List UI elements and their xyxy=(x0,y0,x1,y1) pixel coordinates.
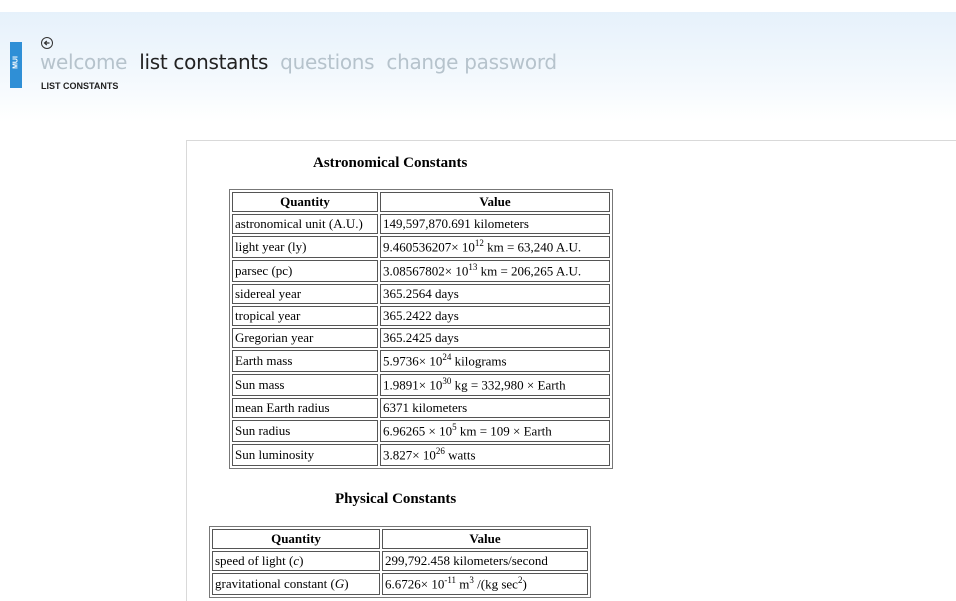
quantity-cell: light year (ly) xyxy=(232,236,378,258)
quantity-cell: sidereal year xyxy=(232,284,378,304)
value-cell: 365.2564 days xyxy=(380,284,610,304)
table-row: tropical year 365.2422 days xyxy=(232,306,610,326)
table-row: Sun radius 6.96265 × 105 km = 109 × Eart… xyxy=(232,420,610,442)
table-header-row: Quantity Value xyxy=(212,529,588,549)
quantity-cell: tropical year xyxy=(232,306,378,326)
back-arrow-icon[interactable] xyxy=(41,37,53,49)
value-cell: 149,597,870.691 kilometers xyxy=(380,214,610,234)
side-tab[interactable]: MUI xyxy=(10,42,22,88)
physical-title: Physical Constants xyxy=(335,491,457,507)
table-row: speed of light (c) 299,792.458 kilometer… xyxy=(212,551,588,571)
nav-change-password[interactable]: change password xyxy=(386,50,557,74)
table-row: Gregorian year 365.2425 days xyxy=(232,328,610,348)
value-cell: 365.2422 days xyxy=(380,306,610,326)
table-header-row: Quantity Value xyxy=(232,192,610,212)
quantity-cell: astronomical unit (A.U.) xyxy=(232,214,378,234)
value-cell: 299,792.458 kilometers/second xyxy=(382,551,588,571)
quantity-cell: Sun mass xyxy=(232,374,378,396)
astronomical-table: Quantity Value astronomical unit (A.U.) … xyxy=(229,189,613,469)
value-cell: 1.9891× 1030 kg = 332,980 × Earth xyxy=(380,374,610,396)
quantity-cell: Earth mass xyxy=(232,350,378,372)
content-panel: Astronomical Constants Quantity Value as… xyxy=(186,140,956,601)
value-cell: 5.9736× 1024 kilograms xyxy=(380,350,610,372)
quantity-cell: gravitational constant (G) xyxy=(212,573,380,595)
quantity-cell: Sun radius xyxy=(232,420,378,442)
side-tab-label: MUI xyxy=(12,56,20,69)
top-nav: welcome list constants questions change … xyxy=(40,50,563,74)
table-row: astronomical unit (A.U.) 149,597,870.691… xyxy=(232,214,610,234)
value-cell: 365.2425 days xyxy=(380,328,610,348)
nav-questions[interactable]: questions xyxy=(280,50,374,74)
quantity-cell: mean Earth radius xyxy=(232,398,378,418)
column-header-quantity: Quantity xyxy=(212,529,380,549)
physical-table: Quantity Value speed of light (c) 299,79… xyxy=(209,526,591,598)
table-row: mean Earth radius 6371 kilometers xyxy=(232,398,610,418)
astronomical-title: Astronomical Constants xyxy=(313,155,468,171)
value-cell: 3.827× 1026 watts xyxy=(380,444,610,466)
quantity-cell: parsec (pc) xyxy=(232,260,378,282)
quantity-cell: Gregorian year xyxy=(232,328,378,348)
table-row: light year (ly) 9.460536207× 1012 km = 6… xyxy=(232,236,610,258)
table-row: Earth mass 5.9736× 1024 kilograms xyxy=(232,350,610,372)
table-row: Sun luminosity 3.827× 1026 watts xyxy=(232,444,610,466)
table-row: gravitational constant (G) 6.6726× 10-11… xyxy=(212,573,588,595)
table-row: Sun mass 1.9891× 1030 kg = 332,980 × Ear… xyxy=(232,374,610,396)
nav-welcome[interactable]: welcome xyxy=(40,50,127,74)
column-header-quantity: Quantity xyxy=(232,192,378,212)
table-row: parsec (pc) 3.08567802× 1013 km = 206,26… xyxy=(232,260,610,282)
table-row: sidereal year 365.2564 days xyxy=(232,284,610,304)
nav-list-constants[interactable]: list constants xyxy=(139,50,268,74)
value-cell: 6371 kilometers xyxy=(380,398,610,418)
quantity-cell: speed of light (c) xyxy=(212,551,380,571)
breadcrumb: LIST CONSTANTS xyxy=(41,81,119,91)
value-cell: 6.6726× 10-11 m3 /(kg sec2) xyxy=(382,573,588,595)
value-cell: 6.96265 × 105 km = 109 × Earth xyxy=(380,420,610,442)
column-header-value: Value xyxy=(382,529,588,549)
quantity-cell: Sun luminosity xyxy=(232,444,378,466)
column-header-value: Value xyxy=(380,192,610,212)
value-cell: 9.460536207× 1012 km = 63,240 A.U. xyxy=(380,236,610,258)
value-cell: 3.08567802× 1013 km = 206,265 A.U. xyxy=(380,260,610,282)
